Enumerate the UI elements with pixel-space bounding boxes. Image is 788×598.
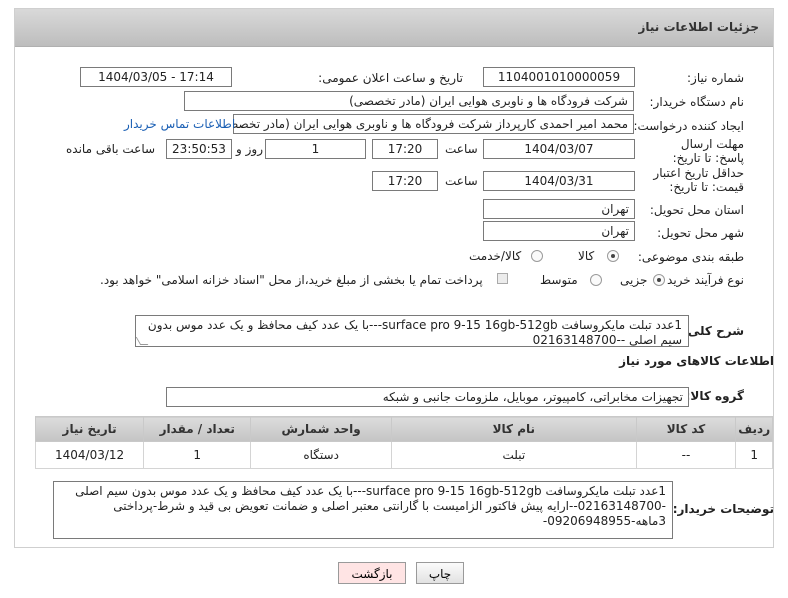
reply-time-label: ساعت [445, 142, 478, 156]
print-button[interactable]: چاپ [416, 562, 464, 584]
process-medium-label: متوسط [540, 273, 578, 287]
cell-unit: دستگاه [250, 441, 392, 469]
category-label: طبقه بندی موضوعی: [637, 250, 744, 264]
buyer-notes-textarea[interactable]: 1عدد تبلت مایکروسافت surface pro 9-15 16… [53, 481, 673, 539]
process-medium-radio[interactable] [590, 274, 602, 286]
price-validity-label: حداقل تاریخ اعتبار قیمت: تا تاریخ: [653, 166, 744, 194]
cell-need-date: 1404/03/12 [34, 441, 145, 469]
col-name: نام کالا [390, 416, 637, 442]
cell-name: تبلت [390, 441, 637, 469]
process-type-label: نوع فرآیند خرید : [659, 273, 744, 287]
price-date-field: 1404/03/31 [483, 171, 635, 191]
goods-group-field: تجهیزات مخابراتی، کامپیوتر، موبایل، ملزو… [166, 387, 689, 407]
col-need-date: تاریخ نیاز [34, 416, 145, 442]
process-minor-radio[interactable] [653, 274, 665, 286]
need-number-label: شماره نیاز: [687, 71, 744, 85]
col-quantity: تعداد / مقدار [143, 416, 252, 442]
panel-title: جزئیات اطلاعات نیاز [638, 20, 759, 34]
goods-info-title: اطلاعات کالاهای مورد نیاز [619, 354, 774, 368]
treasury-payment-note: پرداخت تمام یا بخشی از مبلغ خرید،از محل … [100, 273, 483, 287]
summary-textarea[interactable]: 1عدد تبلت مایکروسافت surface pro 9-15 16… [135, 315, 689, 347]
days-field: 1 [265, 139, 366, 159]
resize-grip-icon[interactable] [136, 337, 149, 345]
goods-table-header: ردیف کد کالا نام کالا واحد شمارش تعداد /… [34, 416, 773, 442]
goods-table: ردیف کد کالا نام کالا واحد شمارش تعداد /… [34, 416, 773, 469]
city-field: تهران [483, 221, 635, 241]
category-goods-service-label: کالا/خدمت [469, 249, 522, 263]
buyer-contact-link[interactable]: اطلاعات تماس خریدار [124, 117, 235, 131]
province-label: استان محل تحویل: [649, 203, 744, 217]
panel-header: جزئیات اطلاعات نیاز [15, 9, 773, 47]
back-button[interactable]: بازگشت [338, 562, 406, 584]
category-goods-label: کالا [578, 249, 595, 263]
need-number-field: 1104001010000059 [483, 67, 635, 87]
table-row: 1 -- تبلت دستگاه 1 1404/03/12 [34, 441, 773, 469]
col-unit: واحد شمارش [250, 416, 392, 442]
buyer-org-field: شرکت فرودگاه ها و ناوبری هوایی ایران (ما… [184, 91, 634, 111]
price-time-field: 17:20 [372, 171, 438, 191]
reply-time-field: 17:20 [372, 139, 438, 159]
price-time-label: ساعت [445, 174, 478, 188]
creator-field: محمد امیر احمدی کارپرداز شرکت فرودگاه ها… [233, 114, 634, 134]
summary-text: 1عدد تبلت مایکروسافت surface pro 9-15 16… [147, 318, 682, 347]
reply-date-field: 1404/03/07 [483, 139, 635, 159]
days-label: روز و [236, 142, 263, 156]
cell-quantity: 1 [143, 441, 252, 469]
buyer-org-label: نام دستگاه خریدار: [649, 95, 745, 109]
cell-code: -- [635, 441, 737, 469]
buyer-notes-label: توضیحات خریدار: [672, 502, 774, 516]
remaining-label: ساعت باقی مانده [66, 142, 156, 156]
province-field: تهران [483, 199, 635, 219]
treasury-payment-checkbox[interactable] [497, 273, 508, 284]
category-goods-service-radio[interactable] [531, 250, 543, 262]
process-minor-label: جزیی [620, 273, 648, 287]
reply-deadline-label: مهلت ارسال پاسخ: تا تاریخ: [672, 137, 744, 165]
goods-group-label: گروه کالا: [685, 389, 744, 403]
remaining-time-field: 23:50:53 [166, 139, 232, 159]
col-code: کد کالا [635, 416, 737, 442]
col-row: ردیف [735, 416, 773, 442]
cell-row: 1 [735, 441, 773, 469]
creator-label: ایجاد کننده درخواست: [633, 119, 744, 133]
city-label: شهر محل تحویل: [657, 226, 744, 240]
buyer-notes-text: 1عدد تبلت مایکروسافت surface pro 9-15 16… [75, 484, 666, 528]
category-goods-radio[interactable] [607, 250, 619, 262]
announce-date-field: 1404/03/05 - 17:14 [80, 67, 232, 87]
announce-label: تاریخ و ساعت اعلان عمومی: [318, 71, 463, 85]
